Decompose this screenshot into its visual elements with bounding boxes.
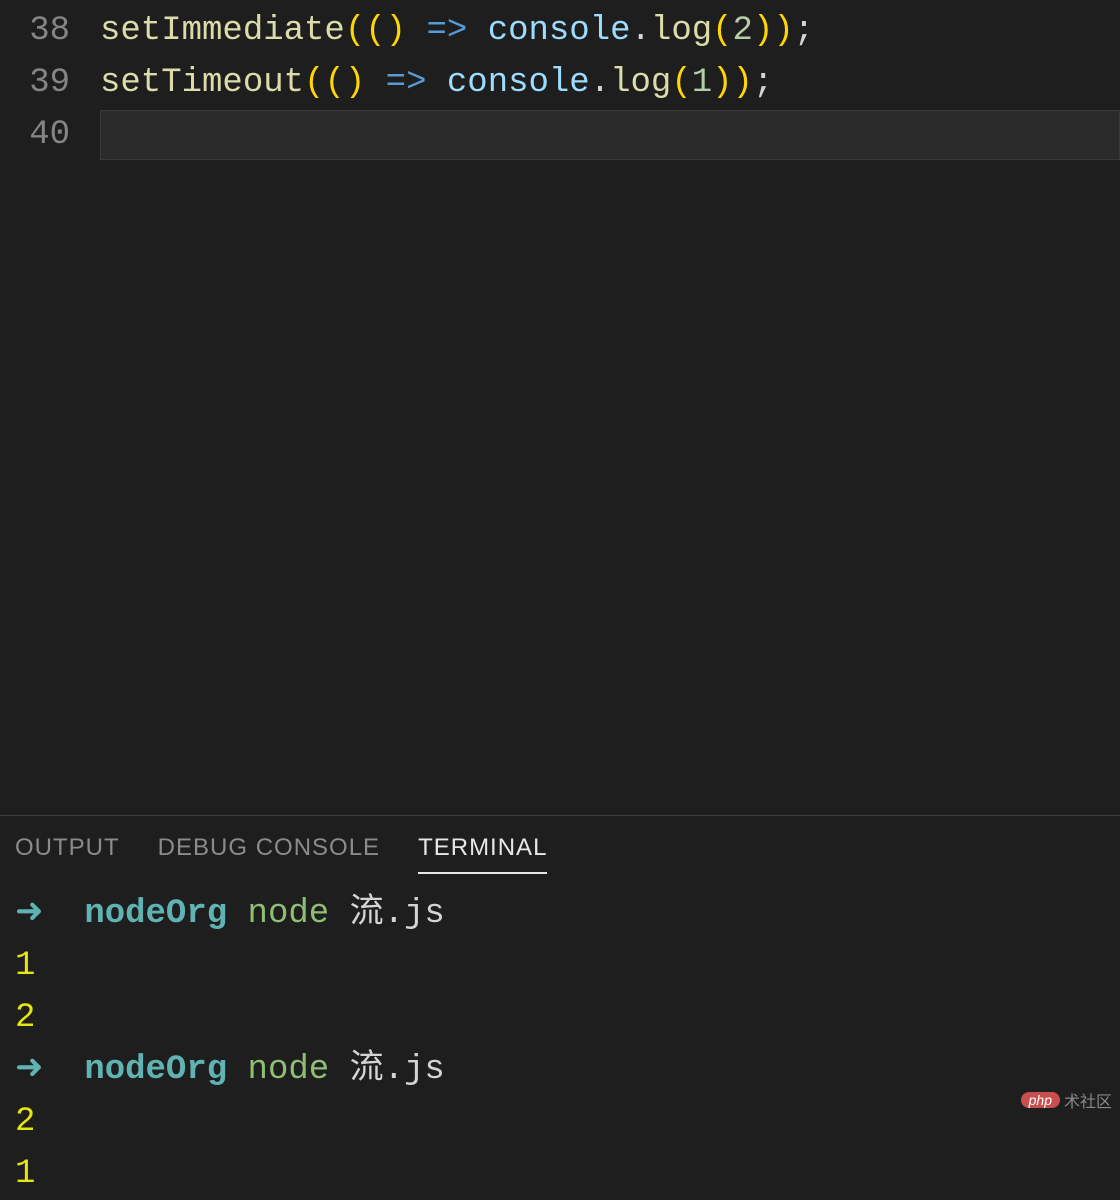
line-number: 38 [0, 5, 100, 57]
terminal-output[interactable]: ➜ nodeOrg node 流.js12➜ nodeOrg node 流.js… [0, 874, 1120, 1200]
tab-output[interactable]: OUTPUT [15, 834, 120, 874]
code-content[interactable]: setTimeout(() => console.log(1)); [100, 57, 773, 109]
terminal-output-line: 1 [15, 1148, 1105, 1200]
terminal-output-line: 1 [15, 940, 1105, 992]
line-number: 40 [0, 109, 100, 161]
tab-debug-console[interactable]: DEBUG CONSOLE [158, 834, 380, 874]
watermark-pill: php [1021, 1092, 1060, 1108]
terminal-output-line: 2 [15, 992, 1105, 1044]
terminal-prompt: ➜ nodeOrg node 流.js [15, 1044, 1105, 1096]
bottom-panel: OUTPUT DEBUG CONSOLE TERMINAL ➜ nodeOrg no… [0, 815, 1120, 1150]
watermark-text: 术社区 [1064, 1088, 1112, 1112]
code-content[interactable] [100, 110, 1120, 160]
code-line-40[interactable]: 40 [0, 109, 1120, 161]
watermark: php 术社区 [1021, 1088, 1112, 1112]
tab-terminal[interactable]: TERMINAL [418, 834, 547, 874]
line-number: 39 [0, 57, 100, 109]
code-editor[interactable]: 38setImmediate(() => console.log(2));39s… [0, 0, 1120, 815]
terminal-output-line: 2 [15, 1096, 1105, 1148]
code-content[interactable]: setImmediate(() => console.log(2)); [100, 5, 814, 57]
panel-tabs: OUTPUT DEBUG CONSOLE TERMINAL [0, 816, 1120, 874]
code-line-38[interactable]: 38setImmediate(() => console.log(2)); [0, 5, 1120, 57]
code-line-39[interactable]: 39setTimeout(() => console.log(1)); [0, 57, 1120, 109]
terminal-prompt: ➜ nodeOrg node 流.js [15, 888, 1105, 940]
